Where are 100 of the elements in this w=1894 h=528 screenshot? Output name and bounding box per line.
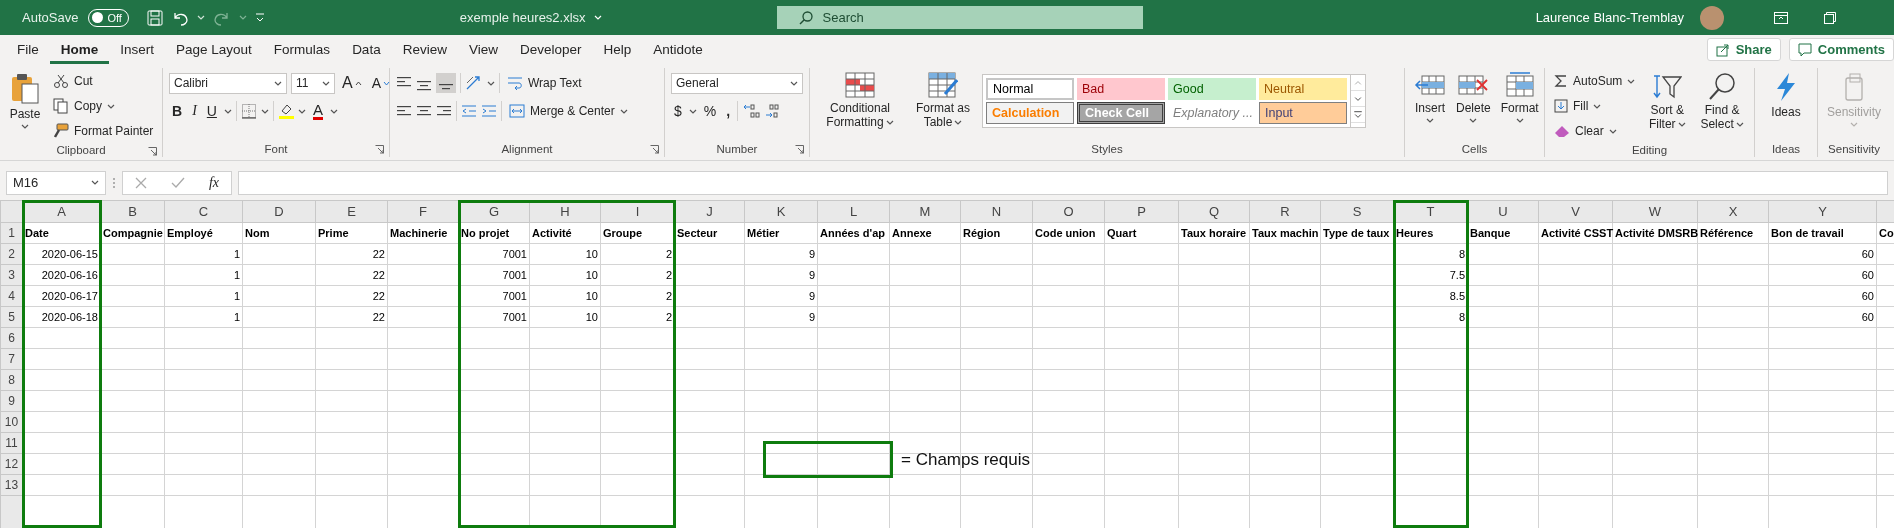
- row-header[interactable]: 3: [0, 264, 23, 286]
- column-header[interactable]: Q: [1178, 200, 1250, 223]
- paste-button[interactable]: Paste: [6, 70, 44, 131]
- caret-icon: [91, 180, 99, 185]
- column-header[interactable]: J: [674, 200, 745, 223]
- font-color-button[interactable]: A: [309, 100, 326, 122]
- column-header[interactable]: P: [1104, 200, 1179, 223]
- column-header[interactable]: D: [242, 200, 316, 223]
- increase-decimal-icon[interactable]: [742, 103, 761, 119]
- row-header[interactable]: 6: [0, 327, 23, 349]
- column-header[interactable]: E: [315, 200, 388, 223]
- restore-icon[interactable]: [1824, 11, 1836, 24]
- table-cell: 1: [164, 285, 243, 307]
- comments-button[interactable]: Comments: [1788, 38, 1894, 61]
- column-header[interactable]: S: [1320, 200, 1394, 223]
- format-button[interactable]: Format: [1497, 70, 1542, 125]
- ribbon-tab[interactable]: View: [457, 35, 509, 64]
- search-field[interactable]: Search: [776, 6, 1143, 29]
- delete-button[interactable]: Delete: [1453, 70, 1494, 125]
- column-header[interactable]: L: [817, 200, 890, 223]
- column-header[interactable]: M: [889, 200, 961, 223]
- column-header[interactable]: F: [387, 200, 459, 223]
- cell-style[interactable]: Normal: [986, 78, 1074, 100]
- column-header[interactable]: R: [1249, 200, 1321, 223]
- row-header[interactable]: 10: [0, 411, 23, 433]
- name-box[interactable]: M16: [6, 170, 106, 195]
- column-header[interactable]: K: [744, 200, 818, 223]
- ribbon-tab[interactable]: Insert: [109, 35, 166, 64]
- cell-style[interactable]: Explanatory ...: [1168, 102, 1256, 124]
- copy-button[interactable]: Copy: [50, 95, 157, 117]
- row-header[interactable]: 4: [0, 285, 23, 307]
- column-header[interactable]: X: [1697, 200, 1769, 223]
- cell-style[interactable]: Good: [1168, 78, 1256, 100]
- underline-button[interactable]: U: [203, 100, 220, 122]
- row-header[interactable]: 5: [0, 306, 23, 328]
- bold-button[interactable]: B: [169, 100, 186, 122]
- borders-icon[interactable]: [240, 103, 257, 119]
- shrink-font-button[interactable]: A: [368, 72, 393, 94]
- percent-button[interactable]: %: [700, 100, 720, 122]
- fill-button[interactable]: Fill: [1551, 95, 1639, 117]
- number-format-dropdown[interactable]: General: [671, 72, 803, 94]
- cell-style[interactable]: Bad: [1077, 78, 1165, 100]
- row-header[interactable]: 9: [0, 390, 23, 412]
- ribbon-display-icon[interactable]: [1774, 11, 1788, 24]
- ideas-button[interactable]: Ideas: [1768, 70, 1804, 121]
- ribbon-tab[interactable]: Developer: [508, 35, 593, 64]
- sort-filter-button[interactable]: Sort & Filter: [1642, 70, 1693, 133]
- cell-style[interactable]: Neutral: [1259, 78, 1347, 100]
- formula-input[interactable]: [238, 170, 1888, 195]
- italic-button[interactable]: I: [189, 100, 200, 122]
- dialog-launcher-icon[interactable]: [375, 145, 384, 154]
- conditional-formatting-button[interactable]: Conditional Formatting: [816, 70, 904, 131]
- row-header[interactable]: 7: [0, 348, 23, 370]
- ribbon-tab[interactable]: Help: [592, 35, 643, 64]
- row-header[interactable]: 2: [0, 243, 23, 265]
- cell-style[interactable]: Input: [1259, 102, 1347, 124]
- column-header[interactable]: W: [1612, 200, 1698, 223]
- column-header[interactable]: Y: [1768, 200, 1877, 223]
- customize-icon[interactable]: [254, 12, 265, 23]
- column-header[interactable]: U: [1467, 200, 1539, 223]
- column-header[interactable]: V: [1538, 200, 1613, 223]
- comma-button[interactable]: ,: [723, 100, 734, 122]
- merge-center-button[interactable]: Merge & Center: [506, 100, 631, 122]
- column-header[interactable]: N: [960, 200, 1033, 223]
- currency-button[interactable]: $: [671, 100, 685, 122]
- share-button[interactable]: Share: [1706, 38, 1781, 61]
- font-name-dropdown[interactable]: Calibri: [169, 72, 287, 94]
- orientation-icon[interactable]: [465, 75, 483, 91]
- wrap-text-button[interactable]: Wrap Text: [504, 72, 585, 94]
- column-header[interactable]: O: [1032, 200, 1105, 223]
- highlighter-icon[interactable]: [277, 102, 294, 120]
- clear-button[interactable]: Clear: [1551, 120, 1639, 142]
- font-size-dropdown[interactable]: 11: [291, 72, 335, 94]
- ribbon-tab[interactable]: Data: [341, 35, 392, 64]
- search-icon: [1707, 72, 1738, 100]
- cut-button[interactable]: Cut: [50, 70, 157, 92]
- grow-font-button[interactable]: A: [339, 72, 365, 94]
- column-header[interactable]: B: [100, 200, 165, 223]
- dialog-launcher-icon[interactable]: [148, 147, 157, 156]
- insert-function-button[interactable]: fx: [208, 174, 219, 191]
- save-icon[interactable]: [146, 9, 163, 26]
- row-header[interactable]: 8: [0, 369, 23, 391]
- row-header[interactable]: 12: [0, 453, 23, 475]
- ribbon-tab[interactable]: Page Layout: [165, 35, 263, 64]
- insert-button[interactable]: Insert: [1411, 70, 1449, 125]
- format-as-table-button[interactable]: Format as Table: [910, 70, 976, 131]
- row-header[interactable]: 1: [0, 222, 23, 244]
- format-painter-button[interactable]: Format Painter: [50, 120, 157, 142]
- dialog-launcher-icon[interactable]: [795, 145, 804, 154]
- row-header[interactable]: 11: [0, 432, 23, 454]
- ribbon-tab[interactable]: Review: [391, 35, 458, 64]
- ribbon-tab[interactable]: File: [6, 35, 50, 64]
- check-icon[interactable]: [170, 176, 185, 189]
- column-header[interactable]: C: [164, 200, 243, 223]
- dialog-launcher-icon[interactable]: [650, 145, 659, 154]
- autosum-button[interactable]: AutoSum: [1551, 70, 1639, 92]
- ribbon-tab[interactable]: Antidote: [642, 35, 714, 64]
- find-select-button[interactable]: Find & Select: [1696, 70, 1748, 133]
- ribbon-tab[interactable]: Formulas: [262, 35, 342, 64]
- row-header[interactable]: 13: [0, 474, 23, 496]
